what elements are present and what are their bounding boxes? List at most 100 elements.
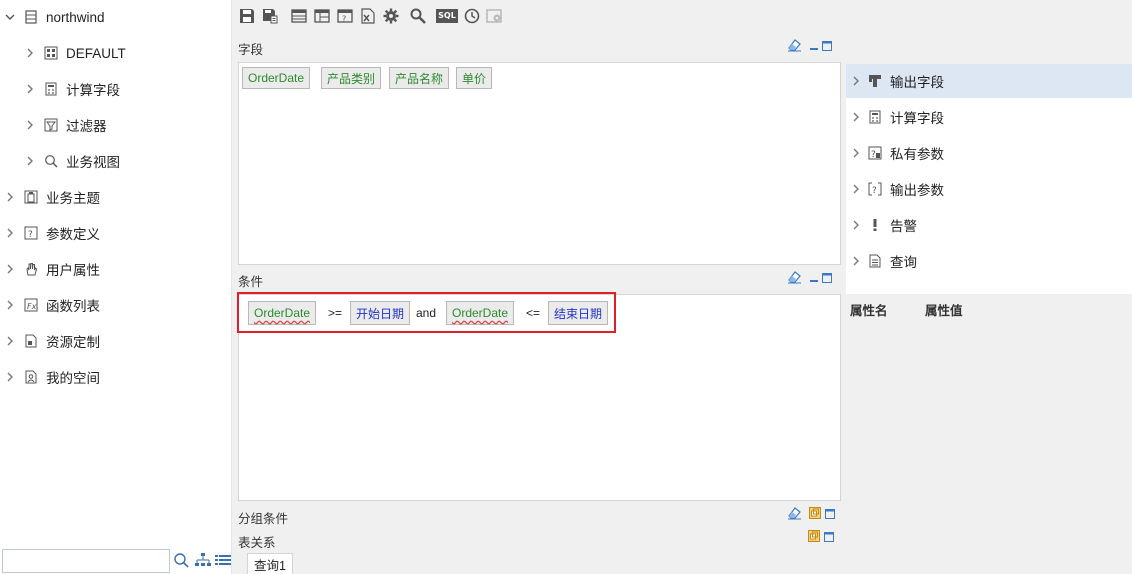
minimize-icon[interactable] [810, 271, 818, 286]
save-as-icon[interactable] [261, 7, 279, 25]
chevron-right-icon[interactable] [4, 227, 16, 239]
maximize-icon[interactable] [822, 39, 832, 54]
maximize-icon[interactable] [822, 271, 832, 286]
tree-item-label: 计算字段 [890, 111, 944, 126]
tree-node-label: 业务主题 [46, 191, 100, 206]
search-icon[interactable] [409, 7, 427, 25]
tree-node-business-topic[interactable]: 业务主题 [4, 182, 100, 212]
resource-tree-panel: northwind DEFAULT 计算字段 过滤器 业务视图 业务主题 ? 参… [0, 0, 232, 574]
tree-item-output-fields[interactable]: 输出字段 [846, 64, 1132, 98]
eraser-icon[interactable] [787, 38, 802, 55]
topic-icon [24, 190, 38, 204]
tree-node-function-list[interactable]: Fx 函数列表 [4, 290, 100, 320]
clock-icon[interactable] [463, 7, 481, 25]
eraser-icon[interactable] [787, 506, 802, 523]
tree-node-filters[interactable]: 过滤器 [24, 110, 107, 140]
tree-item-label: 输出字段 [890, 75, 944, 90]
eraser-icon[interactable] [787, 270, 802, 287]
tree-search-input[interactable] [2, 549, 170, 573]
field-chip[interactable]: 单价 [456, 67, 493, 89]
tree-node-user-attrs[interactable]: 用户属性 [4, 254, 100, 284]
fields-panel[interactable]: OrderDate 产品类别 产品名称 单价 [238, 62, 841, 265]
tree-node-my-space[interactable]: 我的空间 [4, 362, 100, 392]
property-name-header: 属性名 [850, 304, 888, 318]
user-space-icon [24, 370, 38, 384]
chevron-right-icon[interactable] [850, 255, 862, 267]
search-icon[interactable] [173, 552, 189, 571]
query-tab[interactable]: 查询1 [247, 553, 293, 574]
settings-icon[interactable] [486, 7, 504, 25]
tree-search-bar [0, 548, 232, 574]
tree-node-business-view[interactable]: 业务视图 [24, 146, 120, 176]
chevron-right-icon[interactable] [4, 263, 16, 275]
param-icon[interactable]: ? [336, 7, 354, 25]
hand-icon [24, 262, 38, 276]
tree-node-label: 我的空间 [46, 371, 100, 386]
resource-icon [24, 334, 38, 348]
tree-node-default[interactable]: DEFAULT [24, 38, 126, 68]
grid-icon[interactable] [313, 7, 331, 25]
tree-item-label: 私有参数 [890, 147, 944, 162]
maximize-icon[interactable] [824, 530, 834, 545]
output-param-icon: ? [868, 182, 882, 196]
private-param-icon: ? [868, 146, 882, 160]
tree-node-label: 资源定制 [46, 335, 100, 350]
magnifier-icon [44, 154, 58, 168]
chevron-right-icon[interactable] [4, 371, 16, 383]
chevron-right-icon[interactable] [4, 335, 16, 347]
chevron-right-icon[interactable] [4, 191, 16, 203]
field-chip[interactable]: OrderDate [242, 67, 311, 89]
alert-icon [868, 218, 882, 232]
tree-item-label: 输出参数 [890, 183, 944, 198]
query-structure-tree: 输出字段 计算字段 ? 私有参数 ? 输出参数 告警 查询 [846, 64, 1132, 294]
chevron-right-icon[interactable] [24, 83, 36, 95]
tree-item-calc-fields[interactable]: 计算字段 [846, 100, 1132, 134]
field-chip[interactable]: 产品类别 [321, 67, 382, 89]
property-table-header: 属性名 属性值 [850, 300, 963, 319]
chevron-right-icon[interactable] [850, 111, 862, 123]
tree-node-northwind[interactable]: northwind [4, 2, 105, 32]
table-icon[interactable] [290, 7, 308, 25]
field-chip[interactable]: 产品名称 [389, 67, 450, 89]
tree-node-label: 计算字段 [66, 83, 120, 98]
tree-item-private-params[interactable]: ? 私有参数 [846, 136, 1132, 170]
chevron-right-icon[interactable] [24, 119, 36, 131]
chevron-right-icon[interactable] [4, 299, 16, 311]
chevron-right-icon[interactable] [24, 155, 36, 167]
sql-icon[interactable]: SQL [436, 7, 458, 25]
table-relations-title: 表关系 [238, 536, 276, 550]
group-conditions-title: 分组条件 [238, 512, 289, 526]
restore-icon[interactable] [808, 530, 820, 545]
tree-node-calc-fields[interactable]: 计算字段 [24, 74, 120, 104]
group-conditions-controls [787, 506, 835, 523]
chevron-down-icon[interactable] [4, 11, 16, 23]
maximize-icon[interactable] [825, 507, 835, 522]
svg-text:?: ? [872, 186, 877, 196]
list-view-icon[interactable] [215, 552, 231, 571]
chevron-right-icon[interactable] [850, 147, 862, 159]
save-icon[interactable] [238, 7, 256, 25]
chevron-right-icon[interactable] [850, 183, 862, 195]
param-icon: ? [24, 226, 38, 240]
chevron-right-icon[interactable] [850, 75, 862, 87]
tree-node-resource-custom[interactable]: 资源定制 [4, 326, 100, 356]
tree-node-label: 函数列表 [46, 299, 100, 314]
chevron-right-icon[interactable] [24, 47, 36, 59]
filter-icon [44, 118, 58, 132]
tree-item-query[interactable]: 查询 [846, 244, 1132, 278]
svg-text:?: ? [28, 230, 33, 240]
chevron-right-icon[interactable] [850, 219, 862, 231]
tree-node-label: 业务视图 [66, 155, 120, 170]
tree-structure-icon[interactable] [195, 552, 211, 571]
fields-section-title: 字段 [238, 43, 264, 57]
tree-node-param-def[interactable]: ? 参数定义 [4, 218, 100, 248]
gear-icon[interactable] [382, 7, 400, 25]
restore-icon[interactable] [809, 507, 821, 522]
fields-panel-controls [787, 38, 832, 55]
query-toolbar: ? SQL [238, 4, 509, 28]
tree-item-label: 告警 [890, 219, 917, 234]
tree-item-alert[interactable]: 告警 [846, 208, 1132, 242]
minimize-icon[interactable] [810, 39, 818, 54]
excel-icon[interactable] [359, 7, 377, 25]
tree-item-output-params[interactable]: ? 输出参数 [846, 172, 1132, 206]
